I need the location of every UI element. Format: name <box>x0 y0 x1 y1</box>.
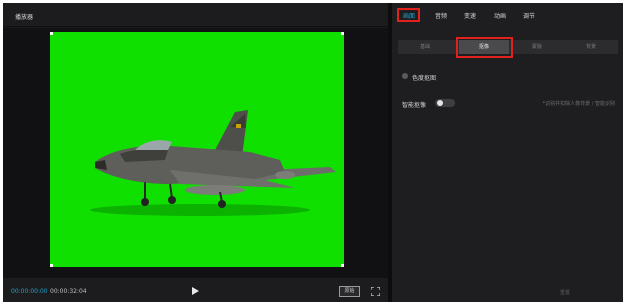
properties-tabs: 画面 音频 变速 动画 调节 <box>392 3 623 25</box>
crop-handle-top-right[interactable] <box>341 32 344 35</box>
total-time: 00:00:32:04 <box>50 288 87 295</box>
smart-cutout-toggle[interactable] <box>435 99 455 107</box>
crop-handle-bottom-right[interactable] <box>341 264 344 267</box>
jet-image <box>90 110 336 216</box>
fullscreen-button[interactable] <box>370 286 381 297</box>
reset-button[interactable]: 重置 <box>560 289 570 296</box>
player-header: 播放器 <box>3 3 388 27</box>
smart-cutout-label: 智能抠像 <box>402 102 427 109</box>
preview-canvas <box>3 28 388 278</box>
crop-handle-top-left[interactable] <box>50 32 53 35</box>
play-button[interactable] <box>191 287 199 295</box>
chroma-key-label: 色度抠图 <box>412 75 437 82</box>
tab-animation[interactable]: 动画 <box>494 11 506 20</box>
tab-picture-highlight <box>397 8 420 22</box>
fullscreen-icon <box>370 286 381 297</box>
tab-audio[interactable]: 音频 <box>435 11 447 20</box>
chroma-key-radio[interactable] <box>402 73 408 79</box>
video-preview[interactable] <box>50 32 344 267</box>
aspect-ratio-button[interactable]: 原始 <box>339 286 360 297</box>
current-time: 00:00:00:00 <box>11 288 48 295</box>
subtab-mask[interactable]: 蒙版 <box>532 43 542 50</box>
smart-cutout-row: 智能抠像 *识别并扣除人像背景 / 智能识别 <box>402 97 617 109</box>
play-icon <box>192 287 199 295</box>
subtab-background[interactable]: 背景 <box>586 43 596 50</box>
crop-handle-bottom-left[interactable] <box>50 264 53 267</box>
subtab-basic[interactable]: 基础 <box>420 43 430 50</box>
smart-cutout-hint: *识别并扣除人像背景 / 智能识别 <box>542 101 615 107</box>
app-window: 播放器 00:00:00:00 00:00:32:04 原始 画面 音频 变速 … <box>3 3 623 302</box>
player-panel: 播放器 00:00:00:00 00:00:32:04 原始 <box>3 3 388 302</box>
tab-speed[interactable]: 变速 <box>464 11 476 20</box>
subtab-cutout-highlight <box>456 37 513 58</box>
tab-adjust[interactable]: 调节 <box>523 11 535 20</box>
player-controls: 00:00:00:00 00:00:32:04 原始 <box>3 278 388 302</box>
toggle-knob <box>437 100 443 106</box>
properties-panel: 画面 音频 变速 动画 调节 基础 蒙版 背景 抠像 色度抠图 智能抠像 *识别… <box>392 3 623 302</box>
player-title: 播放器 <box>15 14 34 21</box>
